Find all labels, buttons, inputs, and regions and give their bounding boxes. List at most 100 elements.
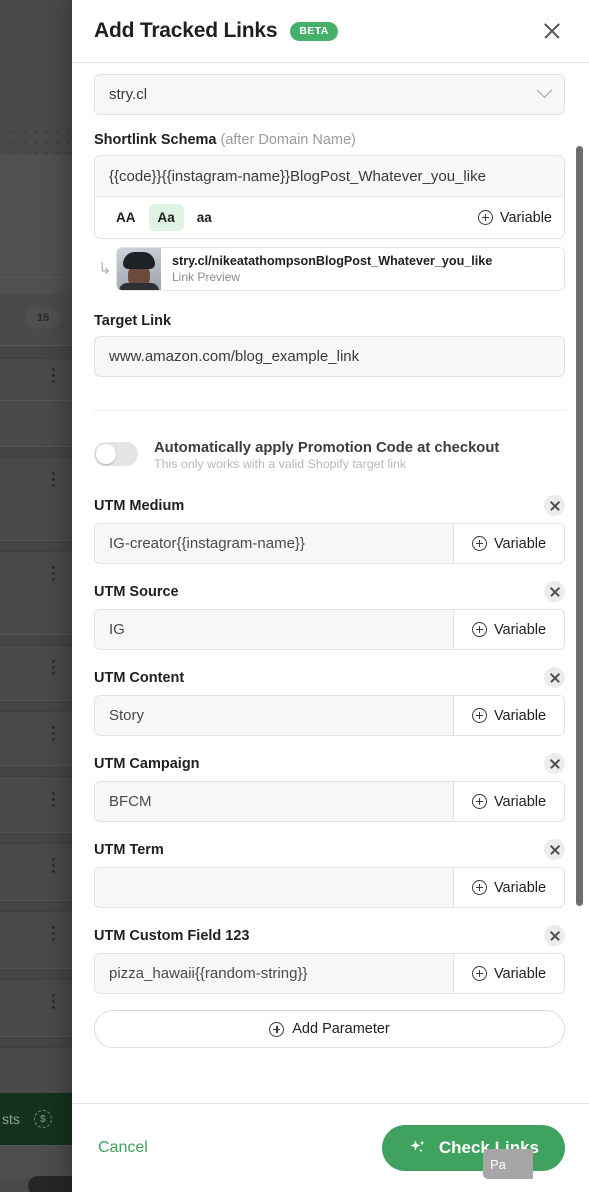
background-divider bbox=[0, 400, 72, 401]
modal-body: stry.cl Shortlink Schema (after Domain N… bbox=[72, 63, 589, 1103]
shortlink-schema-label: Shortlink Schema (after Domain Name) bbox=[94, 132, 565, 148]
utm-remove-button[interactable] bbox=[544, 581, 565, 602]
utm-label: UTM Medium bbox=[94, 497, 185, 514]
plus-circle-icon bbox=[471, 794, 487, 809]
add-parameter-button[interactable]: Add Parameter bbox=[94, 1010, 565, 1048]
background-divider bbox=[0, 277, 72, 278]
utm-variable-label: Variable bbox=[493, 965, 547, 982]
sparkle-icon bbox=[410, 1140, 425, 1153]
target-link-group: Target Link www.amazon.com/blog_example_… bbox=[94, 313, 565, 377]
utm-label: UTM Campaign bbox=[94, 755, 200, 772]
utm-variable-button[interactable]: Variable bbox=[454, 610, 564, 649]
add-tracked-links-modal: Add Tracked Links BETA stry.cl Shortlink… bbox=[72, 0, 589, 1192]
utm-variable-button[interactable]: Variable bbox=[454, 782, 564, 821]
plus-circle-icon bbox=[471, 966, 487, 981]
schema-variable-button[interactable]: Variable bbox=[477, 209, 552, 226]
background-dot-grid bbox=[8, 126, 70, 154]
utm-label: UTM Term bbox=[94, 841, 164, 858]
background-green-bar-label: sts bbox=[2, 1111, 20, 1127]
check-links-button[interactable]: Check Links bbox=[381, 1125, 565, 1171]
avatar bbox=[117, 248, 161, 290]
background-row-menu-icon bbox=[52, 368, 56, 384]
utm-field: UTM Term Variable bbox=[94, 839, 565, 908]
case-uppercase-button[interactable]: AA bbox=[107, 204, 145, 231]
utm-label: UTM Source bbox=[94, 583, 179, 600]
modal-scrollbar-track[interactable] bbox=[576, 63, 586, 1103]
utm-variable-button[interactable]: Variable bbox=[454, 696, 564, 735]
plus-circle-icon bbox=[471, 622, 487, 637]
section-divider bbox=[94, 410, 565, 411]
background-row-menu-icon bbox=[52, 566, 56, 582]
promotion-code-row: Automatically apply Promotion Code at ch… bbox=[94, 440, 565, 471]
utm-remove-button[interactable] bbox=[544, 753, 565, 774]
utm-input[interactable] bbox=[95, 868, 454, 907]
background-app-column: 15 sts $ bbox=[0, 0, 88, 1192]
utm-remove-button[interactable] bbox=[544, 925, 565, 946]
utm-input[interactable]: Story bbox=[95, 696, 454, 735]
utm-field: UTM Source IG Variable bbox=[94, 581, 565, 650]
utm-variable-label: Variable bbox=[493, 535, 547, 552]
background-count-badge: 15 bbox=[25, 307, 61, 329]
background-row-menu-icon bbox=[52, 926, 56, 942]
utm-remove-button[interactable] bbox=[544, 495, 565, 516]
domain-select-value: stry.cl bbox=[109, 86, 148, 103]
plus-circle-icon bbox=[269, 1021, 285, 1037]
schema-variable-label: Variable bbox=[499, 209, 552, 226]
side-tab[interactable]: Pa bbox=[483, 1149, 533, 1179]
background-band bbox=[0, 540, 72, 552]
plus-circle-icon bbox=[471, 708, 487, 723]
background-band bbox=[0, 700, 72, 712]
background-green-bar: sts $ bbox=[0, 1093, 72, 1145]
utm-variable-button[interactable]: Variable bbox=[454, 954, 564, 993]
utm-input[interactable]: IG-creator{{instagram-name}} bbox=[95, 524, 454, 563]
utm-input[interactable]: IG bbox=[95, 610, 454, 649]
utm-field: UTM Content Story Variable bbox=[94, 667, 565, 736]
background-strip bbox=[0, 1146, 72, 1178]
utm-remove-button[interactable] bbox=[544, 839, 565, 860]
target-link-label: Target Link bbox=[94, 313, 172, 329]
utm-field: UTM Campaign BFCM Variable bbox=[94, 753, 565, 822]
arrow-branch-icon: ↳ bbox=[98, 261, 112, 278]
background-band bbox=[0, 765, 72, 777]
background-band bbox=[0, 446, 72, 458]
target-link-input[interactable]: www.amazon.com/blog_example_link bbox=[94, 336, 565, 377]
promotion-code-toggle[interactable] bbox=[94, 442, 138, 466]
shortlink-schema-toolbar: AA Aa aa Variable bbox=[95, 197, 564, 238]
shortlink-schema-input[interactable]: {{code}}{{instagram-name}}BlogPost_Whate… bbox=[95, 156, 564, 197]
background-row-menu-icon bbox=[52, 660, 56, 676]
modal-scrollbar-thumb[interactable] bbox=[576, 146, 583, 906]
promotion-code-title: Automatically apply Promotion Code at ch… bbox=[154, 440, 500, 456]
cancel-button[interactable]: Cancel bbox=[94, 1131, 152, 1165]
background-row-menu-icon bbox=[52, 472, 56, 488]
close-icon[interactable] bbox=[539, 18, 565, 44]
shortlink-schema-label-sub: (after Domain Name) bbox=[220, 132, 356, 148]
page-title: Add Tracked Links bbox=[94, 19, 278, 42]
link-preview-url: stry.cl/nikeatathompsonBlogPost_Whatever… bbox=[172, 254, 493, 268]
plus-circle-icon bbox=[471, 880, 487, 895]
promotion-code-subtitle: This only works with a valid Shopify tar… bbox=[154, 457, 407, 471]
background-band bbox=[0, 900, 72, 912]
add-parameter-label: Add Parameter bbox=[292, 1021, 390, 1037]
utm-input[interactable]: BFCM bbox=[95, 782, 454, 821]
background-band bbox=[0, 832, 72, 844]
background-band bbox=[0, 345, 72, 359]
link-preview-card[interactable]: stry.cl/nikeatathompsonBlogPost_Whatever… bbox=[116, 247, 565, 291]
domain-select[interactable]: stry.cl bbox=[94, 74, 565, 115]
utm-variable-label: Variable bbox=[493, 793, 547, 810]
beta-badge: BETA bbox=[290, 21, 338, 41]
background-band bbox=[0, 968, 72, 980]
utm-remove-button[interactable] bbox=[544, 667, 565, 688]
background-row-menu-icon bbox=[52, 994, 56, 1010]
background-band bbox=[0, 1036, 72, 1048]
utm-variable-button[interactable]: Variable bbox=[454, 524, 564, 563]
case-lowercase-button[interactable]: aa bbox=[188, 204, 221, 231]
background-strip bbox=[0, 155, 72, 295]
case-titlecase-button[interactable]: Aa bbox=[148, 204, 184, 231]
background-row-menu-icon bbox=[52, 792, 56, 808]
utm-input[interactable]: pizza_hawaii{{random-string}} bbox=[95, 954, 454, 993]
utm-variable-label: Variable bbox=[493, 621, 547, 638]
utm-field: UTM Custom Field 123 pizza_hawaii{{rando… bbox=[94, 925, 565, 994]
utm-field: UTM Medium IG-creator{{instagram-name}} … bbox=[94, 495, 565, 564]
utm-variable-button[interactable]: Variable bbox=[454, 868, 564, 907]
link-preview-caption: Link Preview bbox=[172, 270, 241, 284]
